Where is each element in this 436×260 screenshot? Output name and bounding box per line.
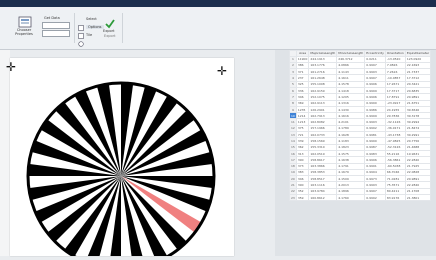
column-header[interactable]: Orientation	[384, 50, 406, 57]
table-cell[interactable]: 83.9176	[384, 194, 406, 202]
crosshair-cursor-icon: ✛	[6, 60, 17, 74]
tile-radio-icon[interactable]	[78, 32, 84, 47]
select-icon[interactable]	[78, 16, 84, 31]
toolstrip-ribbon: Chooser Properties Get Data Select Optio…	[0, 7, 436, 50]
data-field[interactable]	[42, 22, 70, 29]
table-cell[interactable]: 160.8612	[308, 194, 338, 202]
table-row[interactable]: 23 359 160.8612 4.1760 0.9992 83.9176 21.3801	[289, 194, 432, 202]
export-sub-label: Export	[104, 34, 116, 38]
ribbon-separator	[74, 13, 75, 43]
table-cell[interactable]: 359	[295, 194, 310, 202]
column-header[interactable]: MinorAxisLength	[336, 50, 366, 57]
siemens-star-image[interactable]	[10, 58, 234, 260]
tile-radio-label[interactable]: Tile	[86, 33, 92, 37]
column-header[interactable]: EquivDiameter	[404, 50, 432, 57]
window-title-bar	[0, 0, 436, 7]
export-check-icon[interactable]	[104, 15, 116, 29]
column-header[interactable]: Eccentricity	[364, 50, 386, 57]
select-label[interactable]: Select	[86, 17, 97, 21]
options-label[interactable]: Options	[86, 25, 104, 29]
image-figure	[10, 58, 234, 260]
crosshair-cursor-icon: ✛	[217, 64, 228, 78]
table-header-row: Area MajorAxisLength MinorAxisLength Eccent…	[289, 50, 432, 57]
table-cell[interactable]: 0.9992	[364, 194, 386, 202]
ribbon-separator	[122, 13, 123, 43]
row-number[interactable]: 23	[289, 194, 297, 202]
options-icon[interactable]	[78, 24, 84, 39]
region-properties-table: Area MajorAxisLength MinorAxisLength Eccent…	[289, 50, 432, 202]
column-header[interactable]: MajorAxisLength	[308, 50, 338, 57]
data-field-label: Get Data	[44, 16, 60, 20]
toolstrip-label[interactable]: Chooser Properties	[10, 28, 38, 36]
left-panel-strip	[0, 50, 10, 256]
chooser-icon[interactable]	[18, 13, 32, 28]
data-field-secondary[interactable]	[42, 30, 70, 37]
export-label[interactable]: Export	[103, 29, 114, 33]
table-cell[interactable]: 21.3801	[404, 194, 432, 202]
table-cell[interactable]: 4.1760	[336, 194, 366, 202]
